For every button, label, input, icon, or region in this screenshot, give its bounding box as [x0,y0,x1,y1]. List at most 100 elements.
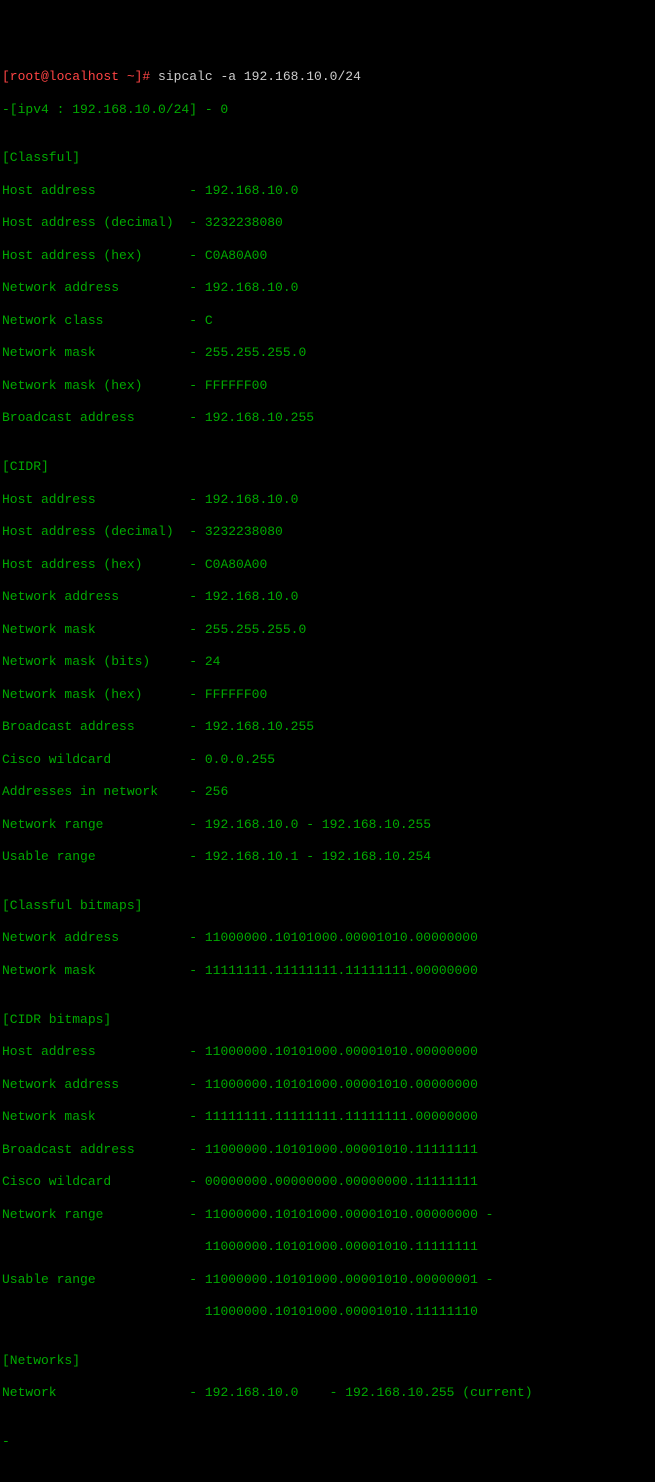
row-value: - 0.0.0.255 [189,752,275,767]
row-value: - FFFFFF00 [189,378,267,393]
cidr-row: Network mask (hex) - FFFFFF00 [2,687,653,703]
classful-bitmaps-row: Network address - 11000000.10101000.0000… [2,930,653,946]
cidr-bitmaps-row: Broadcast address - 11000000.10101000.00… [2,1142,653,1158]
row-label: Network address [2,1077,189,1092]
classful-title: [Classful] [2,150,653,166]
classful-row: Network address - 192.168.10.0 [2,280,653,296]
row-value: - 192.168.10.255 [189,719,314,734]
cidr-row: Addresses in network - 256 [2,784,653,800]
cidr-bitmaps-row: Network mask - 11111111.11111111.1111111… [2,1109,653,1125]
row-label: Network [2,1385,189,1400]
classful-bitmaps-title: [Classful bitmaps] [2,898,653,914]
trailing-dash: - [2,1434,653,1450]
row-label: Broadcast address [2,410,189,425]
row-value: - 192.168.10.0 [189,492,298,507]
row-label: Network range [2,817,189,832]
prompt-command: sipcalc -a 192.168.10.0/24 [150,69,361,84]
classful-row: Network mask - 255.255.255.0 [2,345,653,361]
row-label: Addresses in network [2,784,189,799]
row-label: Network address [2,280,189,295]
row-value: - 192.168.10.0 - 192.168.10.255 [189,817,431,832]
cidr-row: Host address - 192.168.10.0 [2,492,653,508]
row-value: - 11000000.10101000.00001010.00000000 - [189,1207,493,1222]
cidr-row: Cisco wildcard - 0.0.0.255 [2,752,653,768]
row-label: Host address (decimal) [2,524,189,539]
cidr-bitmaps-row: Network range - 11000000.10101000.000010… [2,1207,653,1223]
cidr-row: Host address (hex) - C0A80A00 [2,557,653,573]
row-label: Network address [2,930,189,945]
networks-title: [Networks] [2,1353,653,1369]
row-label: Usable range [2,1272,189,1287]
row-label: Network class [2,313,189,328]
cidr-row: Network address - 192.168.10.0 [2,589,653,605]
cidr-row: Network mask (bits) - 24 [2,654,653,670]
prompt-user-host: [root@localhost ~]# [2,69,150,84]
row-value: - 11111111.11111111.11111111.00000000 [189,1109,478,1124]
classful-row: Network mask (hex) - FFFFFF00 [2,378,653,394]
row-value: - 11000000.10101000.00001010.00000000 [189,1044,478,1059]
cidr-row: Host address (decimal) - 3232238080 [2,524,653,540]
row-label: Network mask [2,963,189,978]
classful-row: Host address (hex) - C0A80A00 [2,248,653,264]
row-value: - 3232238080 [189,524,283,539]
row-value: - 192.168.10.0 [189,589,298,604]
row-value: 11000000.10101000.00001010.11111111 [205,1239,478,1254]
row-value: - 192.168.10.0 [189,280,298,295]
row-label: Host address [2,1044,189,1059]
row-label: Host address (decimal) [2,215,189,230]
prompt-line[interactable]: [root@localhost ~]# sipcalc -a 192.168.1… [2,69,653,85]
classful-row: Network class - C [2,313,653,329]
row-label: Network mask [2,345,189,360]
cidr-row: Network range - 192.168.10.0 - 192.168.1… [2,817,653,833]
row-label: Cisco wildcard [2,752,189,767]
classful-row: Host address - 192.168.10.0 [2,183,653,199]
row-value: - 11000000.10101000.00001010.00000000 [189,1077,478,1092]
row-value: - 192.168.10.0 [189,183,298,198]
row-value: - 11000000.10101000.00001010.11111111 [189,1142,478,1157]
row-value: - 11111111.11111111.11111111.00000000 [189,963,478,978]
cidr-bitmaps-row: Network address - 11000000.10101000.0000… [2,1077,653,1093]
row-label: Network range [2,1207,189,1222]
row-label: Host address [2,492,189,507]
cidr-bitmaps-row: 11000000.10101000.00001010.11111110 [2,1304,653,1320]
cidr-bitmaps-row: Usable range - 11000000.10101000.0000101… [2,1272,653,1288]
row-label: Network mask (bits) [2,654,189,669]
row-label: Cisco wildcard [2,1174,189,1189]
row-label: Broadcast address [2,1142,189,1157]
row-value: - 192.168.10.1 - 192.168.10.254 [189,849,431,864]
cidr-bitmaps-row: 11000000.10101000.00001010.11111111 [2,1239,653,1255]
classful-row: Broadcast address - 192.168.10.255 [2,410,653,426]
row-label: Broadcast address [2,719,189,734]
row-label: Usable range [2,849,189,864]
row-label [2,1239,205,1254]
classful-row: Host address (decimal) - 3232238080 [2,215,653,231]
row-label: Host address (hex) [2,248,189,263]
cidr-title: [CIDR] [2,459,653,475]
row-label: Network mask (hex) [2,687,189,702]
row-value: - 24 [189,654,220,669]
row-value: - 255.255.255.0 [189,345,306,360]
cidr-bitmaps-title: [CIDR bitmaps] [2,1012,653,1028]
row-value: - 192.168.10.0 - 192.168.10.255 (current… [189,1385,532,1400]
row-value: - 00000000.00000000.00000000.11111111 [189,1174,478,1189]
classful-bitmaps-row: Network mask - 11111111.11111111.1111111… [2,963,653,979]
row-label: Network mask (hex) [2,378,189,393]
row-label [2,1304,205,1319]
row-label: Network mask [2,1109,189,1124]
row-value: - 256 [189,784,228,799]
row-label: Host address (hex) [2,557,189,572]
row-label: Network address [2,589,189,604]
row-value: - C [189,313,212,328]
row-value: - 11000000.10101000.00001010.00000000 [189,930,478,945]
row-value: 11000000.10101000.00001010.11111110 [205,1304,478,1319]
row-value: - C0A80A00 [189,557,267,572]
networks-row: Network - 192.168.10.0 - 192.168.10.255 … [2,1385,653,1401]
output-header: -[ipv4 : 192.168.10.0/24] - 0 [2,102,653,118]
row-value: - FFFFFF00 [189,687,267,702]
row-value: - 3232238080 [189,215,283,230]
cidr-row: Usable range - 192.168.10.1 - 192.168.10… [2,849,653,865]
row-value: - 11000000.10101000.00001010.00000001 - [189,1272,493,1287]
row-value: - C0A80A00 [189,248,267,263]
row-value: - 192.168.10.255 [189,410,314,425]
cidr-bitmaps-row: Cisco wildcard - 00000000.00000000.00000… [2,1174,653,1190]
